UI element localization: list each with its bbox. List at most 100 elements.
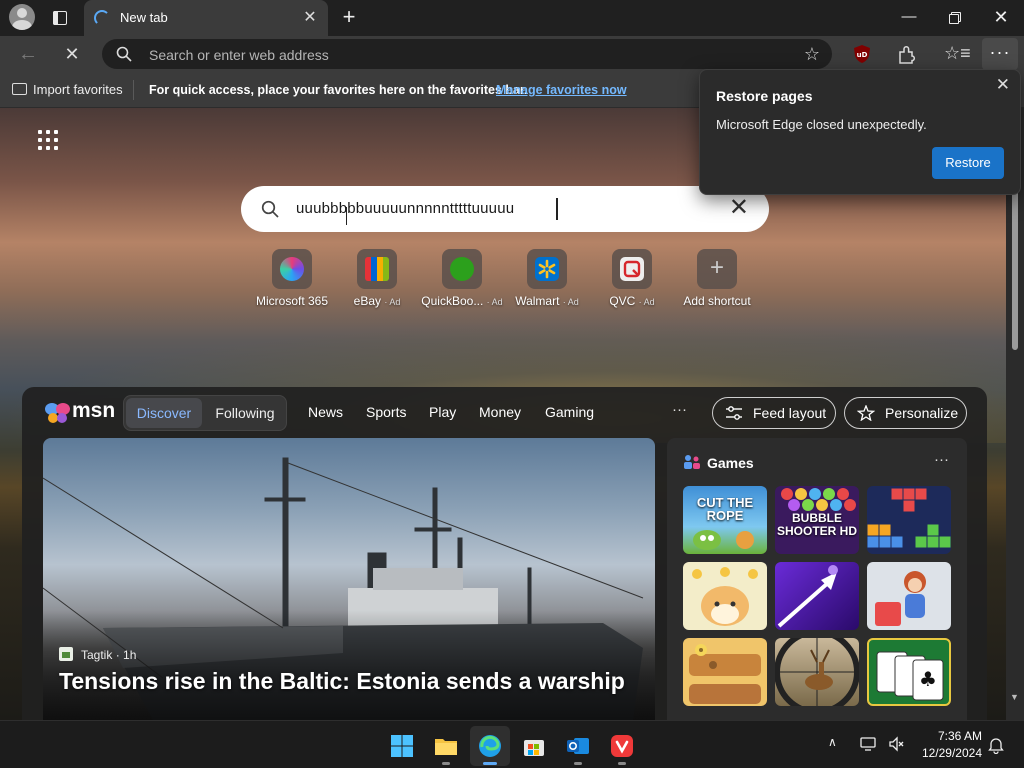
start-button[interactable] (382, 726, 422, 766)
taskbar-store[interactable] (514, 726, 554, 766)
notification-bell-icon[interactable] (988, 736, 1004, 754)
address-placeholder: Search or enter web address (149, 47, 329, 63)
shortcut-qvc[interactable]: QVC · Ad (589, 249, 675, 311)
feed-tabs: Discover Following (123, 395, 287, 431)
favorites-icon[interactable]: ☆≡ (944, 43, 971, 65)
text-caret (556, 198, 558, 220)
profile-avatar[interactable] (9, 4, 35, 30)
clock-time: 7:36 AM (937, 729, 982, 743)
settings-more-button[interactable]: ··· (982, 38, 1018, 70)
game-tile-deer-hunter[interactable] (775, 638, 859, 706)
manage-favorites-link[interactable]: Manage favorites now (496, 83, 627, 97)
personalize-button[interactable]: Personalize (844, 397, 967, 429)
loading-spinner-icon (94, 10, 110, 26)
dialog-close-icon[interactable]: ✕ (996, 75, 1010, 95)
search-icon (116, 46, 132, 62)
restore-pages-dialog: Restore pages Microsoft Edge closed unex… (699, 69, 1021, 195)
favorites-bar-message: For quick access, place your favorites h… (149, 83, 528, 97)
tab-new-tab[interactable]: New tab ✕ (84, 0, 328, 36)
ntp-search-input-value[interactable]: uuubbbbbuuuuunnnnntttttuuuuu (296, 200, 514, 217)
dialog-message: Microsoft Edge closed unexpectedly. (716, 117, 927, 132)
nav-news[interactable]: News (308, 404, 343, 420)
shortcut-walmart[interactable]: Walmart · Ad (504, 249, 590, 311)
show-hidden-icons-chevron-icon[interactable]: ∧ (828, 735, 837, 749)
wood-art (689, 644, 761, 704)
ad-badge: · Ad (486, 297, 503, 307)
nav-gaming[interactable]: Gaming (545, 404, 594, 420)
import-favorites-label: Import favorites (33, 82, 123, 97)
sparkle-star-icon (857, 405, 875, 421)
msn-brand-text: msn (72, 399, 116, 422)
game-tile-speed[interactable] (775, 562, 859, 630)
game-title: BUBBLE SHOOTER HD (776, 511, 857, 538)
tab-close-icon[interactable]: ✕ (300, 8, 320, 28)
cards-art: ♣ (876, 651, 944, 701)
tab-discover[interactable]: Discover (126, 398, 202, 428)
game-tile-shiba[interactable] (683, 562, 767, 630)
feed-layout-label: Feed layout (753, 405, 827, 421)
svg-text:♣: ♣ (919, 667, 937, 691)
ebay-icon (365, 257, 389, 281)
game-title: CUT THE ROPE (696, 495, 754, 523)
feed-more-button[interactable]: ··· (672, 401, 687, 418)
hero-story-card[interactable]: Tagtik · 1h Tensions rise in the Baltic:… (43, 438, 655, 720)
new-tab-button[interactable]: + (336, 5, 362, 31)
source-name: Tagtik (81, 648, 113, 662)
game-tile-cut-the-rope[interactable]: CUT THE ROPE (683, 486, 767, 554)
walmart-icon (535, 257, 559, 281)
volume-muted-icon[interactable] (888, 736, 904, 752)
shortcut-label: QVC (609, 294, 636, 308)
ublock-origin-extension-icon[interactable]: uD (852, 44, 872, 64)
game-tile-solitaire[interactable]: ♣ (867, 638, 951, 706)
scroll-down-arrow-icon[interactable]: ▼ (1010, 692, 1019, 702)
minimize-button[interactable]: — (886, 0, 932, 34)
feed-layout-button[interactable]: Feed layout (712, 397, 836, 429)
shortcut-label: eBay (353, 294, 381, 308)
address-bar[interactable]: Search or enter web address ☆ (102, 39, 832, 69)
girl-art (875, 571, 926, 626)
game-tile-bubble-shooter[interactable]: BUBBLE SHOOTER HD (775, 486, 859, 554)
folder-icon (435, 739, 457, 755)
restore-window-button[interactable] (932, 0, 978, 34)
shortcut-quickbooks[interactable]: QuickBoo... · Ad (419, 249, 505, 311)
taskbar-edge[interactable] (470, 726, 510, 766)
taskbar-vivaldi[interactable] (602, 726, 642, 766)
page-scrollbar[interactable]: ▲ ▼ (1006, 108, 1024, 720)
story-headline[interactable]: Tensions rise in the Baltic: Estonia sen… (59, 668, 625, 695)
extensions-puzzle-icon[interactable] (896, 44, 918, 66)
ntp-search-box[interactable]: uuubbbbbuuuuunnnnntttttuuuuu ✕ (241, 186, 769, 232)
divider (133, 80, 134, 100)
tab-actions-icon[interactable] (50, 8, 70, 28)
stop-loading-button[interactable]: ✕ (58, 41, 86, 67)
clear-search-icon[interactable]: ✕ (729, 194, 749, 222)
import-favorites-button[interactable]: Import favorites (12, 82, 123, 97)
nav-sports[interactable]: Sports (366, 404, 406, 420)
close-window-button[interactable]: ✕ (978, 0, 1024, 34)
nav-play[interactable]: Play (429, 404, 456, 420)
restore-button[interactable]: Restore (932, 147, 1004, 179)
taskbar-file-explorer[interactable] (426, 726, 466, 766)
msn-butterfly-icon (45, 403, 70, 423)
windows-taskbar: ∧ 7:36 AM 12/29/2024 (0, 720, 1024, 768)
story-age: · 1h (115, 648, 137, 662)
tab-following[interactable]: Following (208, 398, 282, 428)
game-tile-home-makeover[interactable] (867, 562, 951, 630)
shortcut-microsoft-365[interactable]: Microsoft 365 (249, 249, 335, 311)
back-button[interactable]: ← (14, 41, 42, 67)
app-launcher-icon[interactable] (38, 130, 58, 150)
games-more-button[interactable]: ··· (934, 451, 949, 468)
nav-money[interactable]: Money (479, 404, 521, 420)
ublock-badge: uD (857, 51, 868, 59)
taskbar-outlook[interactable] (558, 726, 598, 766)
add-shortcut-button[interactable]: + Add shortcut (674, 249, 760, 311)
shortcut-ebay[interactable]: eBay · Ad (334, 249, 420, 311)
game-tile-block-puzzle[interactable] (867, 486, 951, 554)
game-tile-wood-nuts[interactable] (683, 638, 767, 706)
edge-icon (479, 735, 501, 757)
add-favorite-star-icon[interactable]: ☆ (804, 44, 820, 65)
sliders-icon (726, 406, 742, 420)
windows-logo-icon (391, 735, 413, 757)
system-clock[interactable]: 7:36 AM 12/29/2024 (910, 728, 982, 762)
msn-logo[interactable]: msn (44, 398, 116, 426)
network-icon[interactable] (860, 737, 876, 751)
